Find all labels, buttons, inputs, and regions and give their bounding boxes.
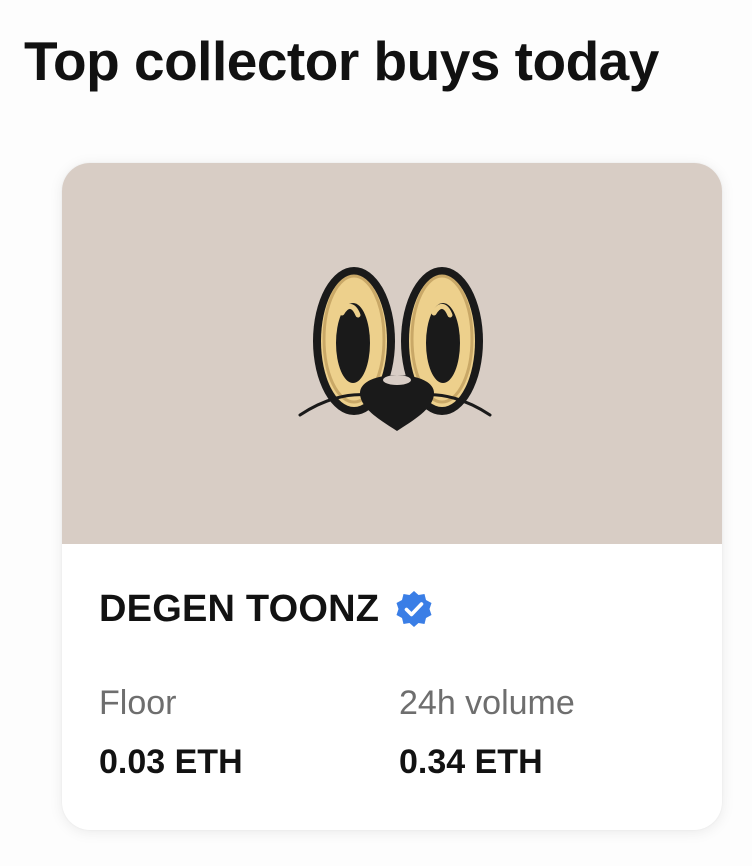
volume-stat: 24h volume 0.34 ETH <box>399 683 575 783</box>
volume-value: 0.34 ETH <box>399 742 543 781</box>
collection-title-row[interactable]: DEGEN TOONZ <box>99 588 435 631</box>
verified-badge-icon <box>393 589 435 631</box>
floor-value: 0.03 ETH <box>99 742 243 781</box>
collection-name[interactable]: DEGEN TOONZ <box>99 588 379 631</box>
collection-card[interactable]: DEGEN TOONZ Floor 0.03 ETH 24h volume 0.… <box>62 163 722 830</box>
volume-label: 24h volume <box>399 684 575 722</box>
page-title: Top collector buys today <box>24 30 659 92</box>
collection-image[interactable] <box>62 163 722 544</box>
floor-label: Floor <box>99 684 177 722</box>
cartoon-eyes-icon <box>298 267 492 431</box>
floor-stat: Floor 0.03 ETH <box>99 683 243 783</box>
